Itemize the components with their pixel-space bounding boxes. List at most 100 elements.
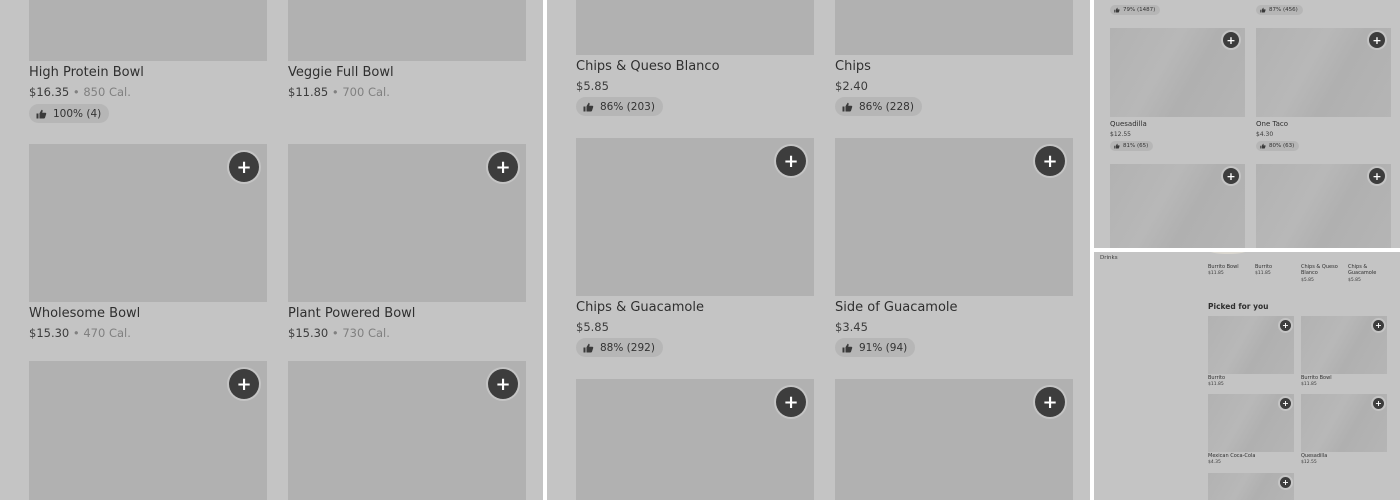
carousel-item[interactable]: Chips & Guacamole $5.85 [1348, 252, 1388, 284]
add-item-button[interactable]: + [1280, 398, 1291, 409]
menu-item-card[interactable]: + Plant Powered Bowl $15.30 • 730 Cal. [288, 144, 526, 344]
item-calories: 850 Cal. [83, 85, 131, 99]
item-name: Veggie Full Bowl [288, 65, 394, 80]
add-item-button[interactable]: + [1280, 320, 1291, 331]
plus-icon: + [1226, 169, 1236, 183]
plus-icon: + [1375, 399, 1382, 408]
add-item-button[interactable]: + [229, 152, 259, 182]
item-calories: 730 Cal. [342, 326, 390, 340]
add-item-button[interactable]: + [1369, 32, 1385, 48]
item-price: $16.35 [29, 85, 70, 99]
menu-item-card[interactable]: + [1208, 473, 1294, 500]
plus-icon: + [1282, 399, 1289, 408]
thumbs-up-icon [842, 102, 853, 111]
add-item-button[interactable]: + [1035, 387, 1065, 417]
item-rating: 91% (94) [835, 338, 916, 357]
menu-item-card[interactable]: + Burrito $11.85 [1208, 316, 1294, 388]
item-price: $3.45 [835, 320, 868, 334]
plus-icon: + [1042, 150, 1058, 172]
plus-icon: + [1226, 33, 1236, 47]
menu-item-card[interactable]: + Mexican Coca-Cola $4.35 [1208, 394, 1294, 466]
thumbs-up-icon [842, 343, 853, 352]
menu-item-card[interactable]: + Quesadilla $12.55 81% (65) [1110, 28, 1245, 156]
item-name: Burrito [1208, 375, 1226, 381]
carousel-item[interactable]: Burrito Bowl $11.85 [1208, 252, 1248, 278]
menu-item-card[interactable]: + [1256, 164, 1391, 248]
menu-item-card[interactable]: + [576, 379, 814, 500]
menu-item-card[interactable]: + [288, 361, 526, 500]
item-name: Burrito Bowl [1301, 375, 1332, 381]
item-calories: 700 Cal. [342, 85, 390, 99]
rating-text: 80% (63) [1269, 143, 1295, 149]
item-price: $5.85 [576, 79, 609, 93]
item-calories: 470 Cal. [83, 326, 131, 340]
item-image [288, 0, 526, 61]
item-rating: 86% (228) [835, 97, 922, 116]
menu-item-card[interactable]: + Chips & Guacamole $5.85 88% (292) [576, 138, 814, 360]
menu-item-card[interactable]: + Side of Guacamole $3.45 91% (94) [835, 138, 1073, 360]
rating-text: 87% (456) [1269, 7, 1298, 13]
item-name: Quesadilla [1301, 453, 1328, 459]
menu-item-card[interactable]: + Burrito Bowl $11.85 [1301, 316, 1387, 388]
thumbs-up-icon [1114, 7, 1120, 13]
add-item-button[interactable]: + [776, 146, 806, 176]
plus-icon: + [1375, 321, 1382, 330]
rating-text: 88% (292) [600, 341, 655, 354]
add-item-button[interactable]: + [1373, 398, 1384, 409]
item-price: $5.85 [576, 320, 609, 334]
menu-item-card[interactable]: + [29, 361, 267, 500]
add-item-button[interactable]: + [488, 369, 518, 399]
item-price-calories: $15.30 • 470 Cal. [29, 326, 131, 340]
plus-icon: + [783, 150, 799, 172]
rating-text: 86% (228) [859, 100, 914, 113]
item-name: Side of Guacamole [835, 300, 958, 315]
menu-item-card[interactable]: + Wholesome Bowl $15.30 • 470 Cal. [29, 144, 267, 344]
thumbs-up-icon [1114, 143, 1120, 149]
carousel-item[interactable]: Chips & Queso Blanco $5.85 [1301, 252, 1341, 284]
item-price: $5.85 [1301, 278, 1314, 283]
thumbs-up-icon [36, 109, 47, 118]
add-item-button[interactable]: + [1035, 146, 1065, 176]
item-price: $12.55 [1110, 131, 1131, 138]
item-price: $15.30 [288, 326, 329, 340]
item-rating: 80% (63) [1256, 141, 1300, 151]
menu-item-card[interactable]: Chips & Queso Blanco $5.85 86% (203) [576, 0, 814, 120]
rating-text: 79% (1487) [1123, 7, 1156, 13]
add-item-button[interactable]: + [1223, 168, 1239, 184]
menu-item-card[interactable]: + Quesadilla $12.55 [1301, 394, 1387, 466]
add-item-button[interactable]: + [1369, 168, 1385, 184]
menu-item-card[interactable]: Chips $2.40 86% (228) [835, 0, 1073, 120]
add-item-button[interactable]: + [488, 152, 518, 182]
add-item-button[interactable]: + [1223, 32, 1239, 48]
plus-icon: + [236, 156, 252, 178]
thumbs-up-icon [1260, 143, 1266, 149]
plus-icon: + [236, 373, 252, 395]
item-price: $11.85 [1208, 271, 1224, 276]
item-price: $4.35 [1208, 460, 1221, 465]
item-name: Burrito Bowl [1208, 264, 1239, 270]
add-item-button[interactable]: + [229, 369, 259, 399]
carousel-item[interactable]: Burrito $11.85 [1255, 252, 1295, 278]
separator: • [331, 326, 339, 340]
menu-item-card[interactable]: High Protein Bowl $16.35 • 850 Cal. 100%… [29, 0, 267, 130]
add-item-button[interactable]: + [1280, 477, 1291, 488]
menu-item-card[interactable]: + One Taco $4.30 80% (63) [1256, 28, 1391, 156]
plus-icon: + [1372, 33, 1382, 47]
item-price: $5.85 [1348, 278, 1361, 283]
menu-item-card[interactable]: + [835, 379, 1073, 500]
menu-item-card[interactable]: + [1110, 164, 1245, 248]
add-item-button[interactable]: + [1373, 320, 1384, 331]
thumbs-up-icon [583, 102, 594, 111]
add-item-button[interactable]: + [776, 387, 806, 417]
item-image [1208, 252, 1248, 254]
item-name: Burrito [1255, 264, 1273, 270]
sidebar-item-drinks[interactable]: Drinks [1100, 255, 1118, 261]
plus-icon: + [1282, 321, 1289, 330]
menu-panel-bowls: High Protein Bowl $16.35 • 850 Cal. 100%… [0, 0, 543, 500]
rating-text: 91% (94) [859, 341, 908, 354]
item-rating: 100% (4) [29, 104, 110, 123]
item-rating: 88% (292) [576, 338, 663, 357]
menu-item-card[interactable]: Veggie Full Bowl $11.85 • 700 Cal. [288, 0, 526, 130]
separator: • [72, 326, 80, 340]
item-name: Chips & Queso Blanco [576, 59, 720, 74]
